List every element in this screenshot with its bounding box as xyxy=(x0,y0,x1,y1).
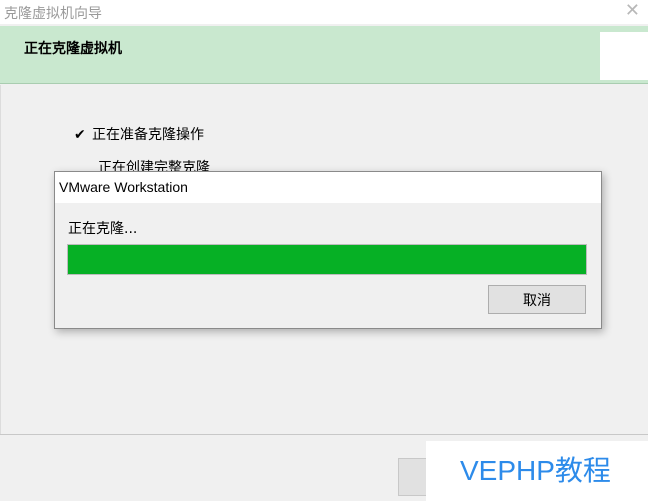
header-image xyxy=(600,32,648,80)
wizard-titlebar: 克隆虚拟机向导 ✕ xyxy=(0,0,648,24)
step-prepare-clone: ✔ 正在准备克隆操作 xyxy=(74,124,204,144)
clone-progress-bar xyxy=(67,244,587,275)
progress-fill xyxy=(68,245,586,274)
close-icon[interactable]: ✕ xyxy=(625,0,640,22)
cancel-button[interactable]: 取消 xyxy=(488,285,586,314)
clone-status-text: 正在克隆... xyxy=(68,221,138,237)
dialog-titlebar: VMware Workstation xyxy=(55,172,601,203)
clone-progress-dialog: VMware Workstation 正在克隆... 取消 xyxy=(54,171,602,329)
step-label: 正在准备克隆操作 xyxy=(92,127,204,143)
dialog-title: VMware Workstation xyxy=(59,179,188,195)
window-title: 克隆虚拟机向导 xyxy=(4,6,102,22)
watermark: VEPHP教程 xyxy=(426,441,648,501)
check-icon: ✔ xyxy=(74,127,86,143)
wizard-header: 正在克隆虚拟机 xyxy=(0,26,648,84)
content-border xyxy=(0,85,1,435)
page-title: 正在克隆虚拟机 xyxy=(24,41,122,57)
